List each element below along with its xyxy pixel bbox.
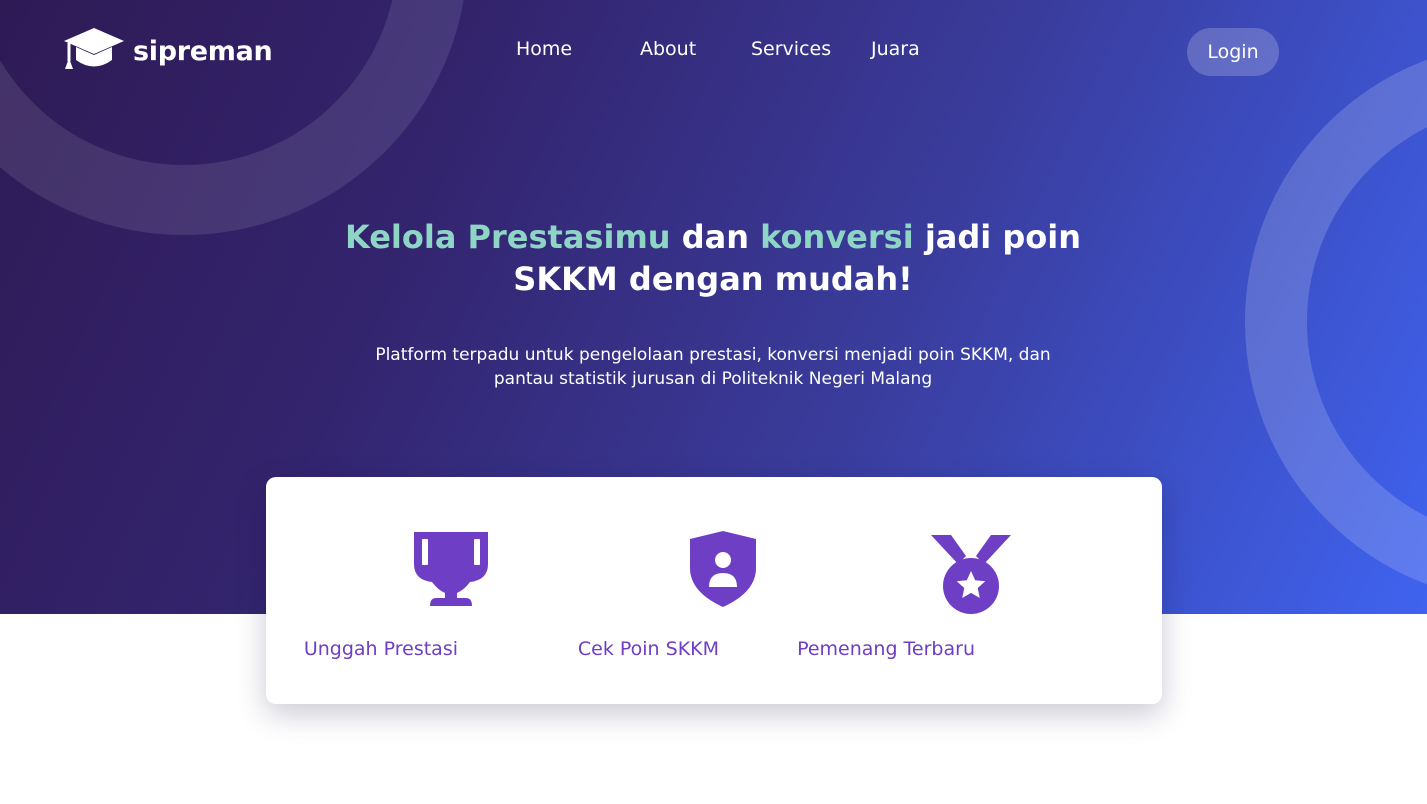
brand-name: sipreman bbox=[133, 35, 273, 67]
nav-link-services[interactable]: Services bbox=[751, 38, 831, 60]
graduation-cap-icon bbox=[63, 27, 125, 75]
hero-subtext: Platform terpadu untuk pengelolaan prest… bbox=[375, 345, 1051, 389]
login-button[interactable]: Login bbox=[1187, 28, 1279, 76]
trophy-icon bbox=[412, 530, 490, 608]
headline-highlight: Kelola Prestasimu bbox=[344, 218, 671, 256]
features-card: Unggah Prestasi Cek Poin SKKM Pemenang T… bbox=[266, 477, 1162, 704]
nav-link-about[interactable]: About bbox=[640, 38, 696, 60]
headline-text: dan bbox=[670, 218, 761, 256]
medal-icon bbox=[930, 534, 1012, 616]
decorative-ring bbox=[1245, 42, 1427, 602]
nav-link-juara[interactable]: Juara bbox=[871, 38, 920, 60]
user-shield-icon bbox=[689, 530, 757, 608]
headline-highlight: konversi bbox=[760, 218, 914, 256]
brand-logo[interactable]: sipreman bbox=[63, 27, 273, 75]
feature-label: Unggah Prestasi bbox=[303, 638, 459, 660]
hero-headline: Kelola Prestasimu dan konversi jadi poin… bbox=[313, 216, 1113, 300]
feature-label: Cek Poin SKKM bbox=[577, 638, 720, 660]
nav-link-home[interactable]: Home bbox=[516, 38, 572, 60]
feature-label: Pemenang Terbaru bbox=[797, 638, 975, 660]
